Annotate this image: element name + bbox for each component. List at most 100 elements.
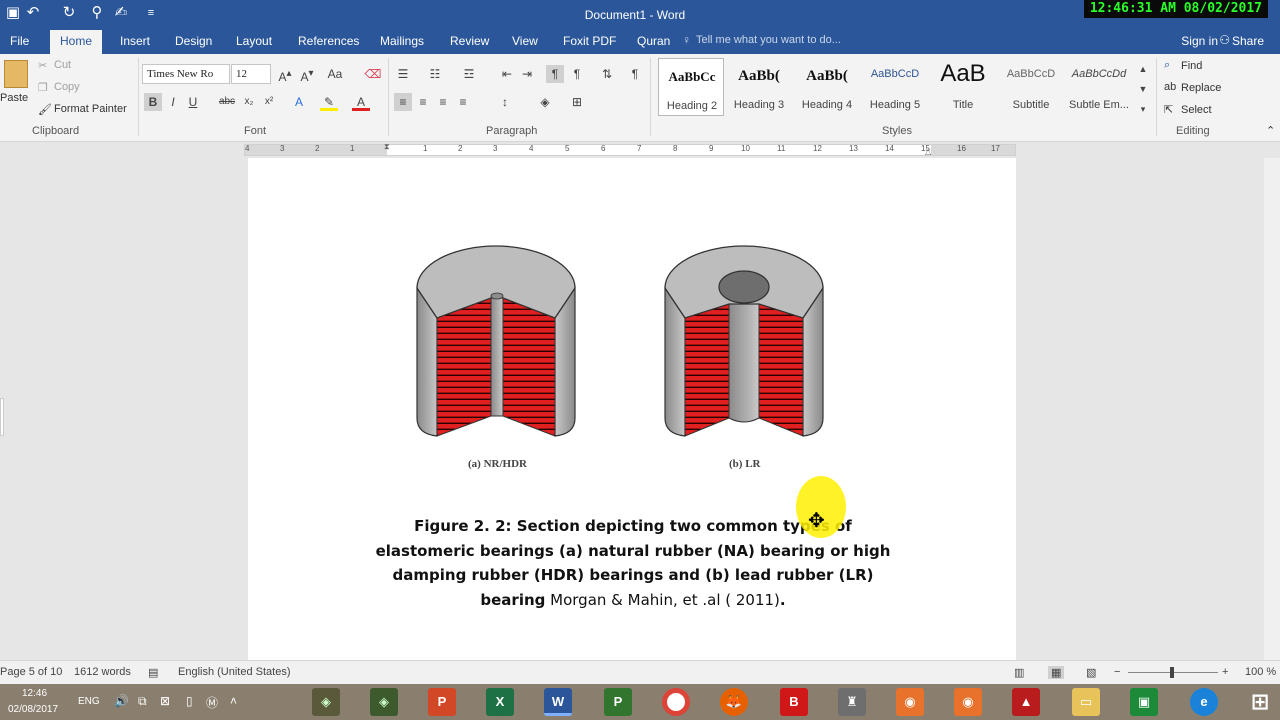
internet-explorer-icon[interactable]: e (1190, 688, 1218, 716)
align-right-icon[interactable]: ≡ (434, 93, 452, 111)
zoom-in-icon[interactable]: + (1222, 666, 1228, 678)
grow-font-icon[interactable]: A▴ (276, 65, 294, 84)
excel-icon[interactable]: X (486, 688, 514, 716)
zoom-level[interactable]: 100 % (1245, 666, 1276, 678)
web-layout-icon[interactable]: ▧ (1086, 666, 1096, 679)
styles-more-icon[interactable]: ▾ (1134, 100, 1152, 118)
format-painter-icon[interactable]: 🖌 (38, 103, 52, 116)
taskbar-app-icon[interactable]: ◈ (370, 688, 398, 716)
firefox-icon[interactable]: 🦊 (720, 688, 748, 716)
style-subtle-emphasis[interactable]: AaBbCcDd Subtle Em... (1066, 58, 1132, 116)
font-color-icon[interactable]: A (352, 93, 370, 111)
style-subtitle[interactable]: AaBbCcD Subtitle (998, 58, 1064, 116)
tab-review[interactable]: Review (440, 30, 499, 54)
ltr-icon[interactable]: ¶ (546, 65, 564, 83)
strikethrough-icon[interactable]: abc (218, 93, 236, 111)
font-name-combo[interactable]: Times New Ro (142, 64, 230, 84)
tab-home[interactable]: Home (50, 30, 103, 54)
indent-marker-icon[interactable]: ⧗ (384, 142, 390, 152)
taskbar-b-app-icon[interactable]: B (780, 688, 808, 716)
decrease-indent-icon[interactable]: ⇤ (498, 65, 516, 83)
collapse-ribbon-icon[interactable]: ⌃ (1266, 124, 1275, 137)
tray-app-icon[interactable]: ⊠ (160, 694, 170, 708)
italic-icon[interactable]: I (164, 93, 182, 111)
autocad-icon[interactable]: ▲ (1012, 688, 1040, 716)
tray-m-icon[interactable]: Ⓜ (206, 694, 218, 711)
style-heading-2[interactable]: AaBbCc Heading 2 (658, 58, 724, 116)
cut-icon[interactable]: ✂ (38, 59, 47, 72)
multilevel-list-icon[interactable]: ☲ (460, 65, 478, 83)
read-mode-icon[interactable]: ▥ (1014, 666, 1024, 679)
style-heading-5[interactable]: AaBbCcD Heading 5 (862, 58, 928, 116)
page-count[interactable]: Page 5 of 10 (0, 666, 62, 678)
find-icon[interactable]: ⌕ (1164, 59, 1170, 72)
replace-button[interactable]: Replace (1181, 82, 1221, 94)
styles-scroll-up-icon[interactable]: ▲ (1134, 60, 1152, 78)
vertical-scrollbar[interactable] (1264, 158, 1280, 660)
word-icon[interactable]: W (544, 688, 572, 716)
tab-view[interactable]: View (502, 30, 548, 54)
style-title[interactable]: AaB Title (930, 58, 996, 116)
copy-icon[interactable]: ❐ (38, 81, 48, 94)
select-button[interactable]: Select (1181, 104, 1212, 116)
word-count[interactable]: 1612 words (74, 666, 131, 678)
style-heading-4[interactable]: AaBb( Heading 4 (794, 58, 860, 116)
taskbar-app-icon[interactable]: ▣ (1130, 688, 1158, 716)
format-painter-button[interactable]: Format Painter (54, 103, 127, 115)
cut-button[interactable]: Cut (54, 59, 71, 71)
proofing-icon[interactable]: ▤ (148, 666, 158, 679)
tab-design[interactable]: Design (165, 30, 222, 54)
zoom-out-icon[interactable]: − (1114, 666, 1120, 678)
clear-formatting-icon[interactable]: ⌫ (364, 65, 382, 83)
style-heading-3[interactable]: AaBb( Heading 3 (726, 58, 792, 116)
powerpoint-icon[interactable]: P (428, 688, 456, 716)
chrome-icon[interactable] (662, 688, 690, 716)
numbering-icon[interactable]: ☷ (426, 65, 444, 83)
tab-file[interactable]: File (0, 30, 39, 54)
print-layout-icon[interactable]: ▦ (1048, 666, 1065, 679)
tab-layout[interactable]: Layout (226, 30, 282, 54)
windows-start-icon[interactable]: ⊞ (1246, 688, 1274, 716)
bold-icon[interactable]: B (144, 93, 162, 111)
highlight-color-icon[interactable]: ✎ (320, 93, 338, 111)
tell-me-box[interactable]: Tell me what you want to do... (696, 34, 841, 46)
zoom-slider-handle[interactable] (1170, 667, 1174, 678)
document-canvas[interactable]: (a) NR/HDR (b) LR Figure 2. 2: Section d… (0, 158, 1280, 660)
language-indicator[interactable]: English (United States) (178, 666, 291, 678)
paste-icon[interactable] (4, 60, 28, 88)
replace-icon[interactable]: ab (1164, 81, 1176, 93)
tab-mailings[interactable]: Mailings (370, 30, 434, 54)
increase-indent-icon[interactable]: ⇥ (518, 65, 536, 83)
tab-insert[interactable]: Insert (110, 30, 160, 54)
shrink-font-icon[interactable]: A▾ (298, 65, 316, 84)
tab-references[interactable]: References (288, 30, 369, 54)
shading-icon[interactable]: ◈ (536, 93, 554, 111)
rtl-icon[interactable]: ¶ (568, 65, 586, 83)
superscript-icon[interactable]: x² (260, 93, 278, 111)
taskbar-app-icon[interactable]: ◉ (954, 688, 982, 716)
find-button[interactable]: Find (1181, 60, 1202, 72)
text-effects-icon[interactable]: A (290, 93, 308, 111)
font-size-combo[interactable]: 12 (231, 64, 271, 84)
bullets-icon[interactable]: ☰ (394, 65, 412, 83)
line-spacing-icon[interactable]: ↕ (496, 93, 514, 111)
align-center-icon[interactable]: ≡ (414, 93, 432, 111)
horizontal-ruler[interactable]: ⧗ △ 4 3 2 1 1 2 3 4 5 6 7 8 9 10 11 12 1… (244, 142, 1016, 156)
align-left-icon[interactable]: ≡ (394, 93, 412, 111)
styles-scroll-down-icon[interactable]: ▼ (1134, 80, 1152, 98)
underline-icon[interactable]: U (184, 93, 202, 111)
battery-icon[interactable]: ▯ (186, 694, 193, 708)
taskbar-app-icon[interactable]: ♜ (838, 688, 866, 716)
show-marks-icon[interactable]: ¶ (626, 65, 644, 83)
document-page[interactable]: (a) NR/HDR (b) LR Figure 2. 2: Section d… (248, 158, 1016, 660)
tab-quran[interactable]: Quran (627, 30, 680, 54)
network-icon[interactable]: ⧉ (138, 694, 147, 709)
select-icon[interactable]: ⇱ (1164, 103, 1173, 116)
project-icon[interactable]: P (604, 688, 632, 716)
tab-foxit-pdf[interactable]: Foxit PDF (553, 30, 626, 54)
copy-button[interactable]: Copy (54, 81, 80, 93)
input-language[interactable]: ENG (78, 696, 100, 707)
sign-in-link[interactable]: Sign in (1181, 34, 1218, 48)
subscript-icon[interactable]: x₂ (240, 93, 258, 111)
taskbar-app-icon[interactable]: ◉ (896, 688, 924, 716)
